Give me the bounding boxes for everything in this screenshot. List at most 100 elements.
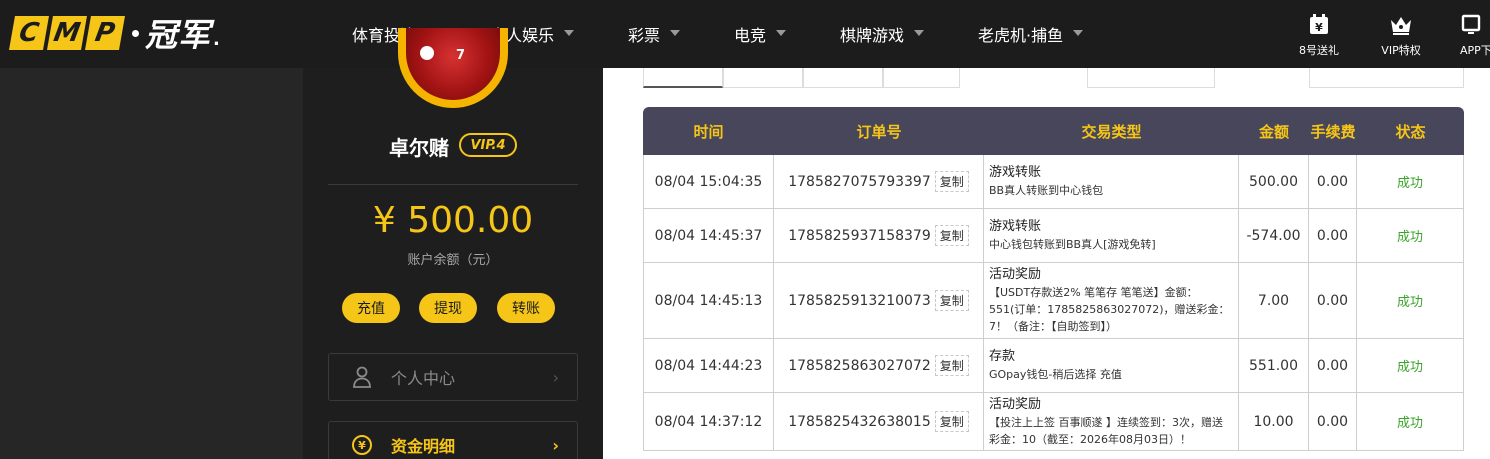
transfer-button[interactable]: 转账	[497, 293, 555, 323]
cell-time: 08/04 14:44:23	[644, 339, 774, 392]
tool-vip[interactable]: VIP特权	[1374, 12, 1428, 58]
cell-order: 1785825937158379 复制	[774, 209, 984, 262]
chevron-down-icon	[1073, 30, 1084, 36]
filter-tab-active[interactable]	[643, 68, 723, 88]
logo-letter-p: P	[85, 16, 125, 50]
logo-letter-c: C	[9, 16, 49, 50]
filter-field[interactable]	[1309, 68, 1464, 88]
order-number: 1785825432638015	[788, 413, 931, 430]
balance-amount: ¥ 500.00	[372, 200, 534, 241]
copy-button[interactable]: 复制	[934, 355, 969, 376]
filter-tab[interactable]	[883, 68, 960, 88]
cell-type: 存款 GOpay钱包-稍后选择 充值	[984, 339, 1239, 392]
nav-item-card-games[interactable]: 棋牌游戏	[840, 0, 925, 68]
cell-type: 活动奖励 【投注上上签 百事顺遂 】连续签到：3次，赠送彩金：10（截至：2026…	[984, 393, 1239, 450]
chevron-down-icon	[914, 30, 925, 36]
logo-letter-m: M	[47, 16, 87, 50]
cell-status: 成功	[1357, 209, 1463, 262]
gift-yen-icon: ¥	[1309, 12, 1329, 38]
avatar[interactable]: 7	[398, 28, 508, 108]
brand-logo[interactable]: C M P 冠军 .	[9, 16, 220, 54]
type-title: 存款	[989, 349, 1016, 364]
column-header: 手续费	[1310, 122, 1356, 141]
table-row: 08/04 14:44:23 1785825863027072 复制 存款 GOpa…	[643, 339, 1464, 393]
divider	[328, 184, 578, 185]
column-header: 时间	[693, 122, 724, 141]
avatar-image	[406, 28, 500, 100]
nav-item-esports[interactable]: 电竞	[734, 0, 787, 68]
cell-time: 08/04 15:04:35	[644, 155, 774, 208]
menu-label: 个人中心	[391, 369, 456, 388]
cell-fee: 0.00	[1309, 155, 1357, 208]
avatar-number: 7	[456, 48, 466, 63]
yen-cycle-icon: ¥	[351, 434, 373, 456]
logo-dot	[132, 29, 139, 37]
cell-order: 1785827075793397 复制	[774, 155, 984, 208]
type-title: 游戏转账	[989, 165, 1042, 180]
chevron-right-icon: ›	[552, 435, 559, 455]
nav-item-lottery[interactable]: 彩票	[628, 0, 681, 68]
filter-tab[interactable]	[803, 68, 883, 88]
chevron-right-icon: ›	[552, 367, 559, 387]
menu-fund-details[interactable]: ¥ 资金明细 ›	[328, 421, 578, 459]
cell-status: 成功	[1357, 155, 1463, 208]
account-sidebar: 7 卓尔赌 VIP.4 ¥ 500.00 账户余额（元） 充值 提现 转账 个人…	[303, 28, 603, 459]
cell-time: 08/04 14:37:12	[644, 393, 774, 450]
nav-label: 彩票	[628, 26, 661, 45]
monitor-icon	[1460, 12, 1482, 38]
crown-icon	[1389, 12, 1413, 38]
nav-label: 棋牌游戏	[840, 26, 905, 45]
copy-button[interactable]: 复制	[934, 171, 969, 192]
nav-label: 老虎机·捕鱼	[978, 26, 1064, 45]
cell-fee: 0.00	[1309, 263, 1357, 338]
withdraw-button[interactable]: 提现	[419, 293, 477, 323]
order-number: 1785825863027072	[788, 357, 931, 374]
menu-personal-center[interactable]: 个人中心 ›	[328, 353, 578, 401]
chevron-down-icon	[776, 30, 787, 36]
tool-label: VIP特权	[1381, 44, 1421, 57]
copy-button[interactable]: 复制	[934, 411, 969, 432]
status-badge: 成功	[1396, 176, 1423, 191]
status-badge: 成功	[1396, 295, 1423, 310]
status-badge: 成功	[1396, 230, 1423, 245]
fund-details-table: 时间 订单号 交易类型 金额 手续费 状态 08/04 15:04:35 178…	[643, 107, 1464, 451]
tool-label: 8号送礼	[1299, 44, 1339, 57]
table-header: 时间 订单号 交易类型 金额 手续费 状态	[643, 107, 1464, 155]
type-desc: GOpay钱包-稍后选择 充值	[989, 368, 1122, 381]
logo-tail: .	[213, 28, 220, 50]
type-title: 活动奖励	[989, 267, 1042, 282]
username: 卓尔赌	[389, 136, 449, 160]
tool-gift-8[interactable]: ¥ 8号送礼	[1292, 12, 1346, 58]
order-number: 1785825913210073	[788, 292, 931, 309]
chevron-down-icon	[564, 30, 575, 36]
type-title: 活动奖励	[989, 396, 1042, 412]
deposit-button[interactable]: 充值	[342, 293, 400, 323]
top-bar: C M P 冠军 . 体育投注 真人娱乐 彩票 电竞 棋牌游戏 老虎机·捕鱼 ¥…	[0, 0, 1490, 68]
cell-fee: 0.00	[1309, 393, 1357, 450]
type-title: 游戏转账	[989, 219, 1042, 234]
order-number: 1785825937158379	[788, 227, 931, 244]
cell-amount: 551.00	[1239, 339, 1309, 392]
balance-label: 账户余额（元）	[407, 253, 499, 268]
menu-label: 资金明细	[391, 437, 456, 456]
cell-fee: 0.00	[1309, 209, 1357, 262]
cell-time: 08/04 14:45:37	[644, 209, 774, 262]
cell-type: 活动奖励【USDT存款送2% 笔笔存 笔笔送】金额：551(订单：1785825…	[984, 263, 1239, 338]
copy-button[interactable]: 复制	[934, 290, 969, 311]
type-desc: BB真人转账到中心钱包	[989, 184, 1104, 197]
cell-time: 08/04 14:45:13	[644, 263, 774, 338]
cell-status: 成功	[1357, 339, 1463, 392]
type-desc: 【USDT存款送2% 笔笔存 笔笔送】金额：551(订单：17858258630…	[989, 286, 1230, 333]
filter-field[interactable]	[1087, 68, 1215, 88]
nav-label: 电竞	[734, 26, 767, 45]
cell-amount: 10.00	[1239, 393, 1309, 450]
copy-button[interactable]: 复制	[934, 225, 969, 246]
status-badge: 成功	[1396, 360, 1423, 375]
table-row: 08/04 14:45:13 1785825913210073 复制 活动奖励【U…	[643, 263, 1464, 339]
nav-item-slots-fishing[interactable]: 老虎机·捕鱼	[978, 0, 1084, 68]
svg-text:¥: ¥	[358, 439, 366, 452]
type-desc: 中心钱包转账到BB真人[游戏免转]	[989, 238, 1156, 251]
filter-tab[interactable]	[723, 68, 803, 88]
cell-order: 1785825432638015 复制	[774, 393, 984, 450]
tool-app[interactable]: APP下	[1460, 12, 1490, 58]
